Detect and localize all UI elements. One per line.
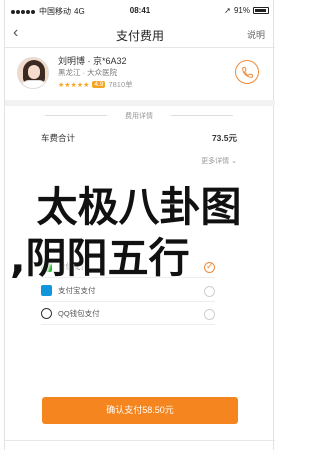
help-link[interactable]: 说明 <box>247 28 265 41</box>
more-details-label: 更多详情 <box>201 158 230 165</box>
page-title: 支付费用 <box>115 29 164 43</box>
battery-group: ➚ 91% <box>224 6 269 15</box>
fee-total-label: 车费合计 <box>41 133 76 143</box>
battery-icon <box>253 7 269 14</box>
nav-bar: ‹ 支付费用 说明 <box>5 20 275 48</box>
payment-label: QQ钱包支付 <box>58 309 100 318</box>
alipay-radio[interactable] <box>204 286 215 297</box>
rating-score: 4.9 <box>92 81 106 88</box>
confirm-pay-button[interactable]: 确认支付58.50元 <box>42 397 238 424</box>
payment-option-qq[interactable]: QQ钱包支付 <box>41 303 215 325</box>
qq-icon <box>41 308 52 319</box>
driver-name: 刘明博 · 京*6A32 <box>58 56 127 66</box>
driver-rating: ★★★★★ 4.9 7810单 <box>58 79 133 90</box>
fee-total-amount: 73.5元 <box>211 133 237 143</box>
battery-label: 91% <box>233 6 250 15</box>
fee-section-title: 费用详情 <box>5 111 273 121</box>
location-icon: ➚ <box>224 6 231 15</box>
alipay-icon <box>41 285 52 296</box>
qq-radio[interactable] <box>204 309 215 320</box>
rating-stars-icon: ★★★★★ <box>58 81 90 89</box>
avatar <box>17 57 49 89</box>
phone-icon <box>242 67 253 78</box>
section-divider <box>5 100 275 106</box>
chevron-down-icon: ⌄ <box>231 158 237 165</box>
fee-total-row: 车费合计 73.5元 <box>41 132 237 144</box>
order-count: 7810单 <box>108 80 133 89</box>
driver-card: 刘明博 · 京*6A32 黑龙江 · 大众医院 ★★★★★ 4.9 7810单 <box>5 50 275 98</box>
bottom-bar <box>5 440 275 450</box>
payment-label: 支付宝支付 <box>58 286 96 295</box>
call-button[interactable] <box>235 60 259 84</box>
overlay-title-line2: ,阴阳五行 <box>10 234 190 282</box>
driver-info: 黑龙江 · 大众医院 <box>58 68 118 77</box>
more-details-link[interactable]: 更多详情 ⌄ <box>201 156 237 166</box>
status-bar: 中国移动 4G 08:41 ➚ 91% <box>5 0 275 20</box>
